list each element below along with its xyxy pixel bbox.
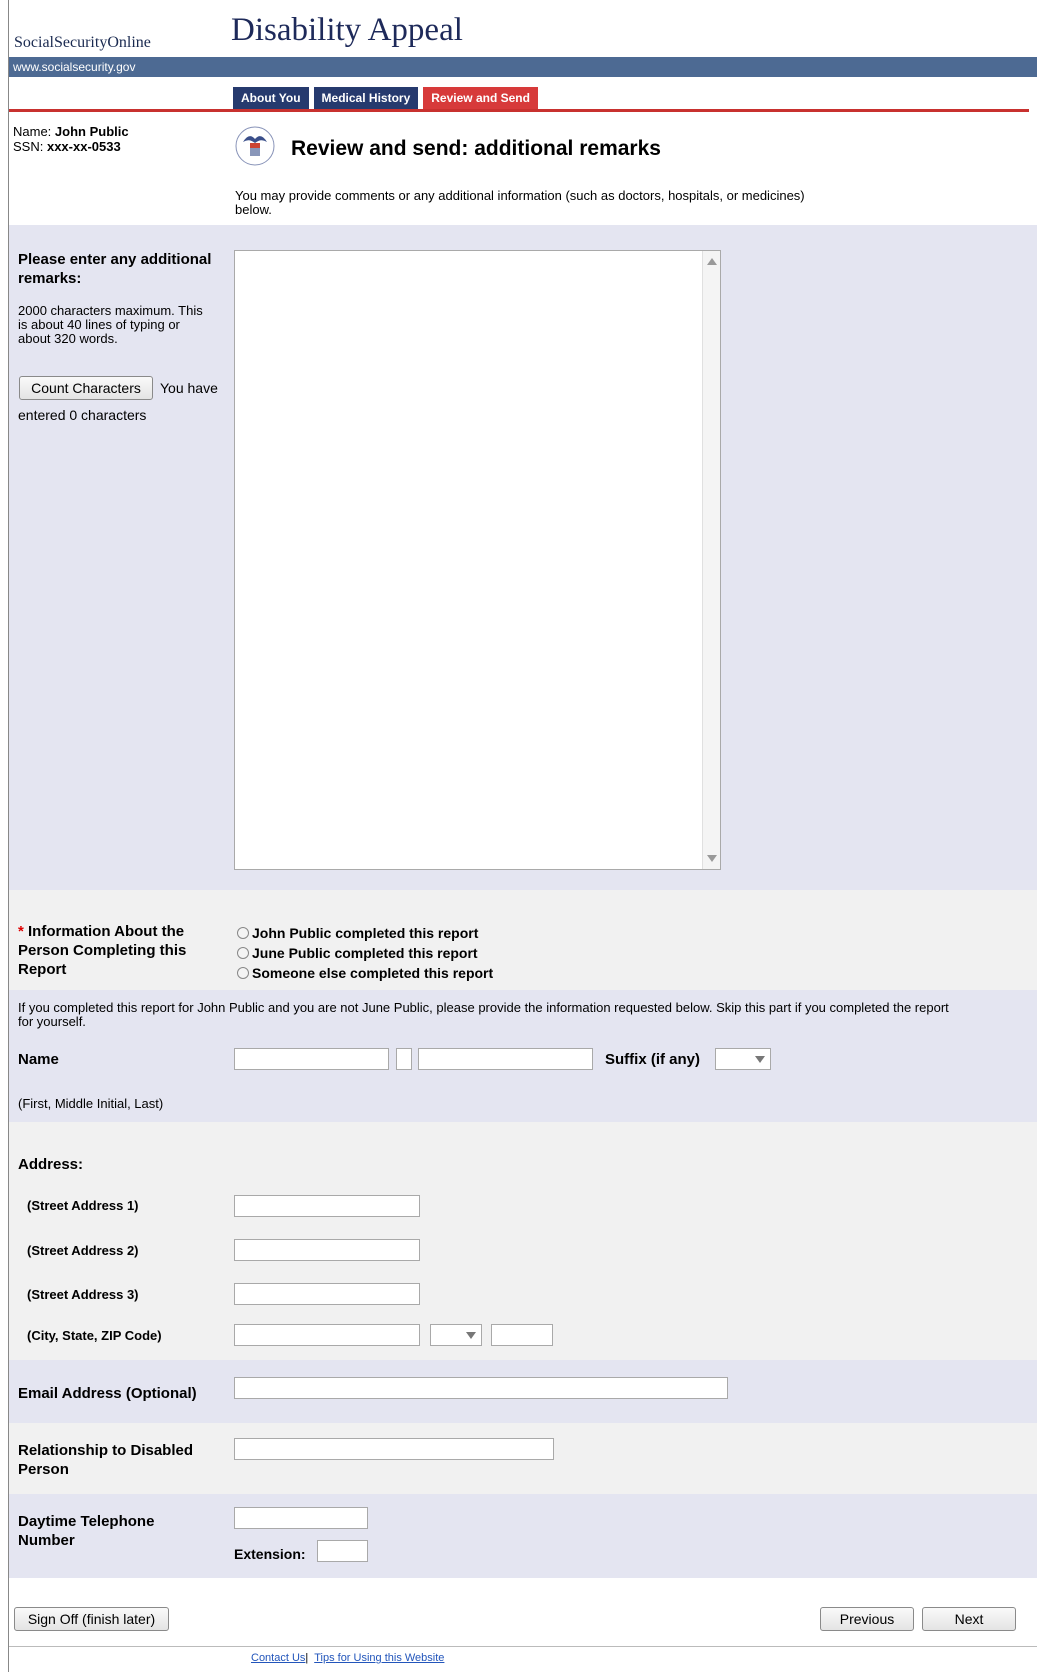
middle-initial-input[interactable] xyxy=(396,1048,412,1070)
name-label: Name: xyxy=(13,124,52,139)
user-info: Name: John Public SSN: xxx-xx-0533 xyxy=(13,124,129,154)
street2-label: (Street Address 2) xyxy=(27,1243,139,1258)
email-label: Email Address (Optional) xyxy=(18,1385,197,1402)
street3-input[interactable] xyxy=(234,1283,420,1305)
first-name-input[interactable] xyxy=(234,1048,389,1070)
user-name: John Public xyxy=(54,124,129,139)
tab-about-you[interactable]: About You xyxy=(233,87,309,109)
radio-label-john-public[interactable]: John Public completed this report xyxy=(252,925,478,941)
page-app-title: Disability Appeal xyxy=(231,12,463,48)
email-input[interactable] xyxy=(234,1377,728,1399)
contact-us-link[interactable]: Contact Us xyxy=(251,1652,305,1664)
street2-input[interactable] xyxy=(234,1239,420,1261)
tab-bar: About You Medical History Review and Send xyxy=(233,87,543,109)
char-count-text-2: entered 0 characters xyxy=(18,407,147,423)
suffix-select[interactable] xyxy=(715,1048,771,1070)
required-mark: * xyxy=(18,923,24,940)
ssn-label: SSN: xyxy=(13,139,44,154)
site-header: SocialSecurityOnline Disability Appeal xyxy=(9,0,1037,57)
tab-review-and-send[interactable]: Review and Send xyxy=(423,87,538,109)
radio-label-june-public[interactable]: June Public completed this report xyxy=(252,945,478,961)
ssa-seal-icon xyxy=(235,126,275,166)
footer-divider xyxy=(9,1646,1037,1647)
extension-input[interactable] xyxy=(317,1540,368,1562)
user-ssn: xxx-xx-0533 xyxy=(46,139,121,154)
remarks-scrollbar[interactable] xyxy=(702,251,720,869)
street1-label: (Street Address 1) xyxy=(27,1198,139,1213)
relationship-section: Relationship to Disabled Person xyxy=(9,1423,1037,1494)
completer-section: * Information About the Person Completin… xyxy=(9,890,1037,990)
phone-label: Daytime Telephone Number xyxy=(18,1513,155,1549)
relationship-input[interactable] xyxy=(234,1438,554,1460)
radio-june-public[interactable] xyxy=(237,947,249,959)
footer-links: Contact Us| Tips for Using this Website xyxy=(251,1652,444,1664)
previous-button[interactable]: Previous xyxy=(820,1607,914,1631)
intro-text: You may provide comments or any addition… xyxy=(235,188,805,217)
remarks-textarea[interactable] xyxy=(234,250,721,870)
footer-separator: | xyxy=(305,1652,309,1664)
remarks-limit-text: 2000 characters maximum. This is about 4… xyxy=(18,303,203,346)
char-count-text-1: You have xyxy=(160,380,218,396)
completer-label: * Information About the Person Completin… xyxy=(18,922,218,979)
relationship-label: Relationship to Disabled Person xyxy=(18,1442,194,1478)
name-label: Name xyxy=(18,1051,59,1068)
radio-label-someone-else[interactable]: Someone else completed this report xyxy=(252,965,493,981)
tips-link[interactable]: Tips for Using this Website xyxy=(314,1652,444,1664)
city-state-zip-label: (City, State, ZIP Code) xyxy=(27,1328,162,1343)
chevron-down-icon xyxy=(755,1056,765,1063)
scroll-down-icon[interactable] xyxy=(707,855,717,862)
address-label: Address: xyxy=(18,1156,84,1173)
remarks-label: Please enter any additional remarks: xyxy=(18,251,212,287)
address-section: Address: (Street Address 1) (Street Addr… xyxy=(9,1122,1037,1360)
radio-john-public[interactable] xyxy=(237,927,249,939)
chevron-down-icon xyxy=(466,1332,476,1339)
phone-input[interactable] xyxy=(234,1507,368,1529)
page-frame: SocialSecurityOnline Disability Appeal w… xyxy=(8,0,1037,1672)
extension-label: Extension: xyxy=(234,1546,306,1562)
radio-someone-else[interactable] xyxy=(237,967,249,979)
zip-input[interactable] xyxy=(491,1324,553,1346)
url-bar[interactable]: www.socialsecurity.gov xyxy=(9,57,1037,77)
name-hint: (First, Middle Initial, Last) xyxy=(18,1096,164,1111)
count-characters-button[interactable]: Count Characters xyxy=(19,376,153,400)
state-select[interactable] xyxy=(430,1324,482,1346)
page-heading: Review and send: additional remarks xyxy=(291,137,661,160)
scroll-up-icon[interactable] xyxy=(707,258,717,265)
site-brand[interactable]: SocialSecurityOnline xyxy=(14,34,151,52)
tab-medical-history[interactable]: Medical History xyxy=(313,87,419,109)
suffix-label: Suffix (if any) xyxy=(605,1051,701,1068)
next-button[interactable]: Next xyxy=(922,1607,1016,1631)
last-name-input[interactable] xyxy=(418,1048,593,1070)
name-section: If you completed this report for John Pu… xyxy=(9,990,1037,1122)
street1-input[interactable] xyxy=(234,1195,420,1217)
email-section: Email Address (Optional) xyxy=(9,1360,1037,1423)
street3-label: (Street Address 3) xyxy=(27,1287,139,1302)
instructions-text: If you completed this report for John Pu… xyxy=(18,1000,949,1029)
sign-off-button[interactable]: Sign Off (finish later) xyxy=(14,1607,169,1631)
city-input[interactable] xyxy=(234,1324,420,1346)
remarks-section: Please enter any additional remarks: 200… xyxy=(9,225,1037,890)
phone-section: Daytime Telephone Number Extension: xyxy=(9,1494,1037,1578)
completer-label-text: Information About the Person Completing … xyxy=(18,923,187,978)
tab-underline xyxy=(9,109,1029,112)
